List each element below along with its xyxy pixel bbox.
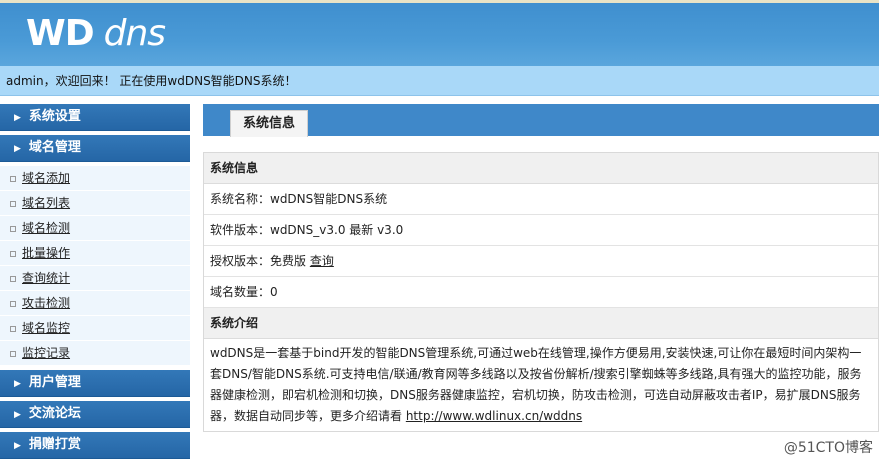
sidebar-item-domain-list[interactable]: 域名列表	[0, 191, 190, 216]
menu-forum[interactable]: ▶ 交流论坛	[0, 401, 190, 428]
sidebar-item-query-stats[interactable]: 查询统计	[0, 266, 190, 291]
sidebar-item-domain-monitor[interactable]: 域名监控	[0, 316, 190, 341]
intro-link[interactable]: http://www.wdlinux.cn/wddns	[406, 409, 582, 423]
menu-label: 域名管理	[28, 140, 81, 155]
logo-dns: dns	[103, 13, 166, 54]
link-domain-check[interactable]: 域名检测	[22, 221, 70, 235]
menu-system-settings[interactable]: ▶ 系统设置	[0, 104, 190, 131]
triangle-right-icon: ▶	[14, 113, 21, 123]
bullet-icon	[10, 350, 16, 357]
link-batch[interactable]: 批量操作	[22, 246, 70, 260]
sidebar-item-attack-check[interactable]: 攻击检测	[0, 291, 190, 316]
menu-label: 交流论坛	[28, 406, 81, 421]
triangle-right-icon: ▶	[14, 441, 21, 451]
menu-label: 用户管理	[28, 375, 81, 390]
tab-system-info[interactable]: 系统信息	[230, 110, 309, 137]
triangle-right-icon: ▶	[14, 144, 21, 154]
watermark: @51CTO博客	[783, 440, 873, 456]
bullet-icon	[10, 225, 16, 232]
link-domain-add[interactable]: 域名添加	[22, 171, 70, 185]
section-title-system-info: 系统信息	[204, 153, 878, 184]
link-query-stats[interactable]: 查询统计	[22, 271, 70, 285]
row-domain-count: 域名数量：0	[204, 277, 878, 308]
row-system-name: 系统名称：wdDNS智能DNS系统	[204, 184, 878, 215]
triangle-right-icon: ▶	[14, 379, 21, 389]
menu-domain-management[interactable]: ▶ 域名管理	[0, 135, 190, 162]
bullet-icon	[10, 275, 16, 282]
tab-bar: 系统信息	[203, 104, 879, 137]
bullet-icon	[10, 325, 16, 332]
menu-label: 系统设置	[28, 109, 81, 124]
bullet-icon	[10, 250, 16, 257]
menu-user-management[interactable]: ▶ 用户管理	[0, 370, 190, 397]
sidebar: ▶ 系统设置 ▶ 域名管理 域名添加 域名列表 域名检测 批量操作 查询统计 攻击检…	[0, 104, 190, 463]
triangle-right-icon: ▶	[14, 410, 21, 420]
intro-text: wdDNS是一套基于bind开发的智能DNS管理系统,可通过web在线管理,操作…	[204, 339, 878, 431]
row-license: 授权版本：免费版 查询	[204, 246, 878, 277]
link-monitor-log[interactable]: 监控记录	[22, 346, 70, 360]
link-domain-list[interactable]: 域名列表	[22, 196, 70, 210]
bullet-icon	[10, 300, 16, 307]
link-domain-monitor[interactable]: 域名监控	[22, 321, 70, 335]
menu-label: 捐赠打赏	[28, 437, 81, 452]
license-query-link[interactable]: 查询	[310, 254, 334, 268]
sidebar-item-domain-add[interactable]: 域名添加	[0, 166, 190, 191]
link-attack-check[interactable]: 攻击检测	[22, 296, 70, 310]
menu-donate[interactable]: ▶ 捐赠打赏	[0, 432, 190, 459]
sidebar-item-domain-check[interactable]: 域名检测	[0, 216, 190, 241]
info-panel: 系统信息 系统名称：wdDNS智能DNS系统 软件版本：wdDNS_v3.0 最…	[203, 152, 879, 432]
section-title-intro: 系统介绍	[204, 308, 878, 339]
header: WD dns	[0, 0, 879, 66]
bullet-icon	[10, 200, 16, 207]
sidebar-item-monitor-log[interactable]: 监控记录	[0, 341, 190, 366]
logo-main: WD	[26, 13, 95, 54]
sidebar-item-batch[interactable]: 批量操作	[0, 241, 190, 266]
row-software-version: 软件版本：wdDNS_v3.0 最新 v3.0	[204, 215, 878, 246]
bullet-icon	[10, 175, 16, 182]
main-content: 系统信息 系统信息 系统名称：wdDNS智能DNS系统 软件版本：wdDNS_v…	[203, 104, 879, 432]
logo: WD dns	[26, 13, 166, 54]
license-label: 授权版本：免费版	[210, 254, 307, 268]
welcome-bar: admin，欢迎回来！ 正在使用wdDNS智能DNS系统！	[0, 66, 879, 96]
